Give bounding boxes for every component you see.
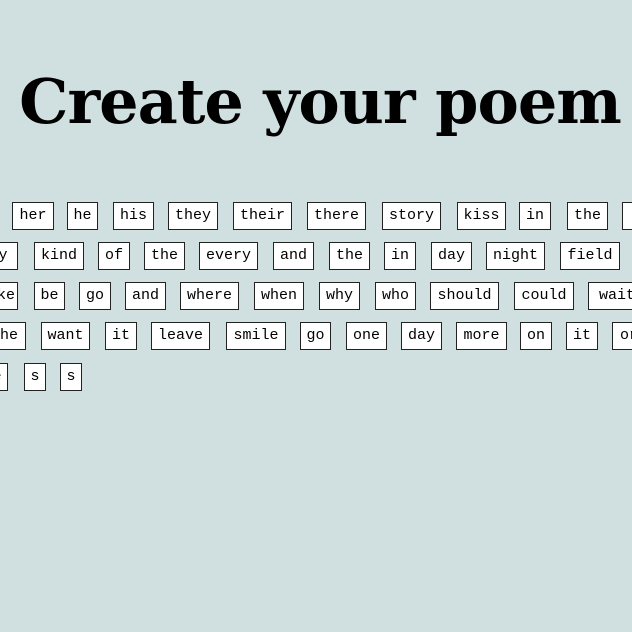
word-tile[interactable]: her	[12, 202, 54, 230]
word-tile[interactable]: night	[486, 242, 545, 270]
word-tile[interactable]: where	[180, 282, 239, 310]
word-tile[interactable]: of	[98, 242, 130, 270]
word-tile[interactable]: who	[375, 282, 416, 310]
word-tile[interactable]: e	[0, 363, 8, 391]
page-title: Create your poem	[19, 65, 622, 138]
word-tile[interactable]: story	[382, 202, 441, 230]
word-tile[interactable]: he	[67, 202, 98, 230]
word-tile[interactable]: in	[519, 202, 551, 230]
word-tile[interactable]: in	[384, 242, 416, 270]
word-tile[interactable]: go	[79, 282, 111, 310]
word-tile[interactable]: ke	[0, 282, 18, 310]
word-tile[interactable]: smile	[226, 322, 286, 350]
word-tile[interactable]: why	[319, 282, 360, 310]
word-tile[interactable]: and	[125, 282, 166, 310]
word-tile[interactable]: field	[560, 242, 620, 270]
word-tile[interactable]: the	[144, 242, 185, 270]
word-tile[interactable]: more	[456, 322, 507, 350]
word-tile[interactable]: want	[41, 322, 90, 350]
word-tile[interactable]: could	[514, 282, 574, 310]
word-tile[interactable]: the	[329, 242, 370, 270]
word-tile[interactable]: n	[622, 202, 632, 230]
word-tile[interactable]: leave	[151, 322, 210, 350]
word-tile[interactable]: s	[24, 363, 46, 391]
word-tile[interactable]: kiss	[457, 202, 506, 230]
poem-page: Create your poem her he his they their t…	[0, 0, 632, 632]
word-tile[interactable]: it	[105, 322, 137, 350]
word-tile[interactable]: should	[430, 282, 499, 310]
word-tile[interactable]: y	[0, 242, 18, 270]
word-tile[interactable]: he	[0, 322, 26, 350]
word-tile[interactable]: the	[567, 202, 608, 230]
word-tile[interactable]: every	[199, 242, 258, 270]
word-tile[interactable]: when	[254, 282, 304, 310]
word-tile[interactable]: one	[346, 322, 387, 350]
word-tile[interactable]: and	[273, 242, 314, 270]
word-tile[interactable]: there	[307, 202, 366, 230]
word-tile[interactable]: on	[520, 322, 552, 350]
word-tile[interactable]: it	[566, 322, 598, 350]
word-tile[interactable]: wait	[588, 282, 632, 310]
word-tile[interactable]: day	[401, 322, 442, 350]
word-tile[interactable]: kind	[34, 242, 84, 270]
word-tile[interactable]: or	[612, 322, 632, 350]
word-tile[interactable]: go	[300, 322, 331, 350]
word-tile[interactable]: his	[113, 202, 154, 230]
word-tile[interactable]: they	[168, 202, 218, 230]
word-tile[interactable]: s	[60, 363, 82, 391]
word-tile[interactable]: be	[34, 282, 65, 310]
word-tile[interactable]: day	[431, 242, 472, 270]
word-tile[interactable]: their	[233, 202, 292, 230]
